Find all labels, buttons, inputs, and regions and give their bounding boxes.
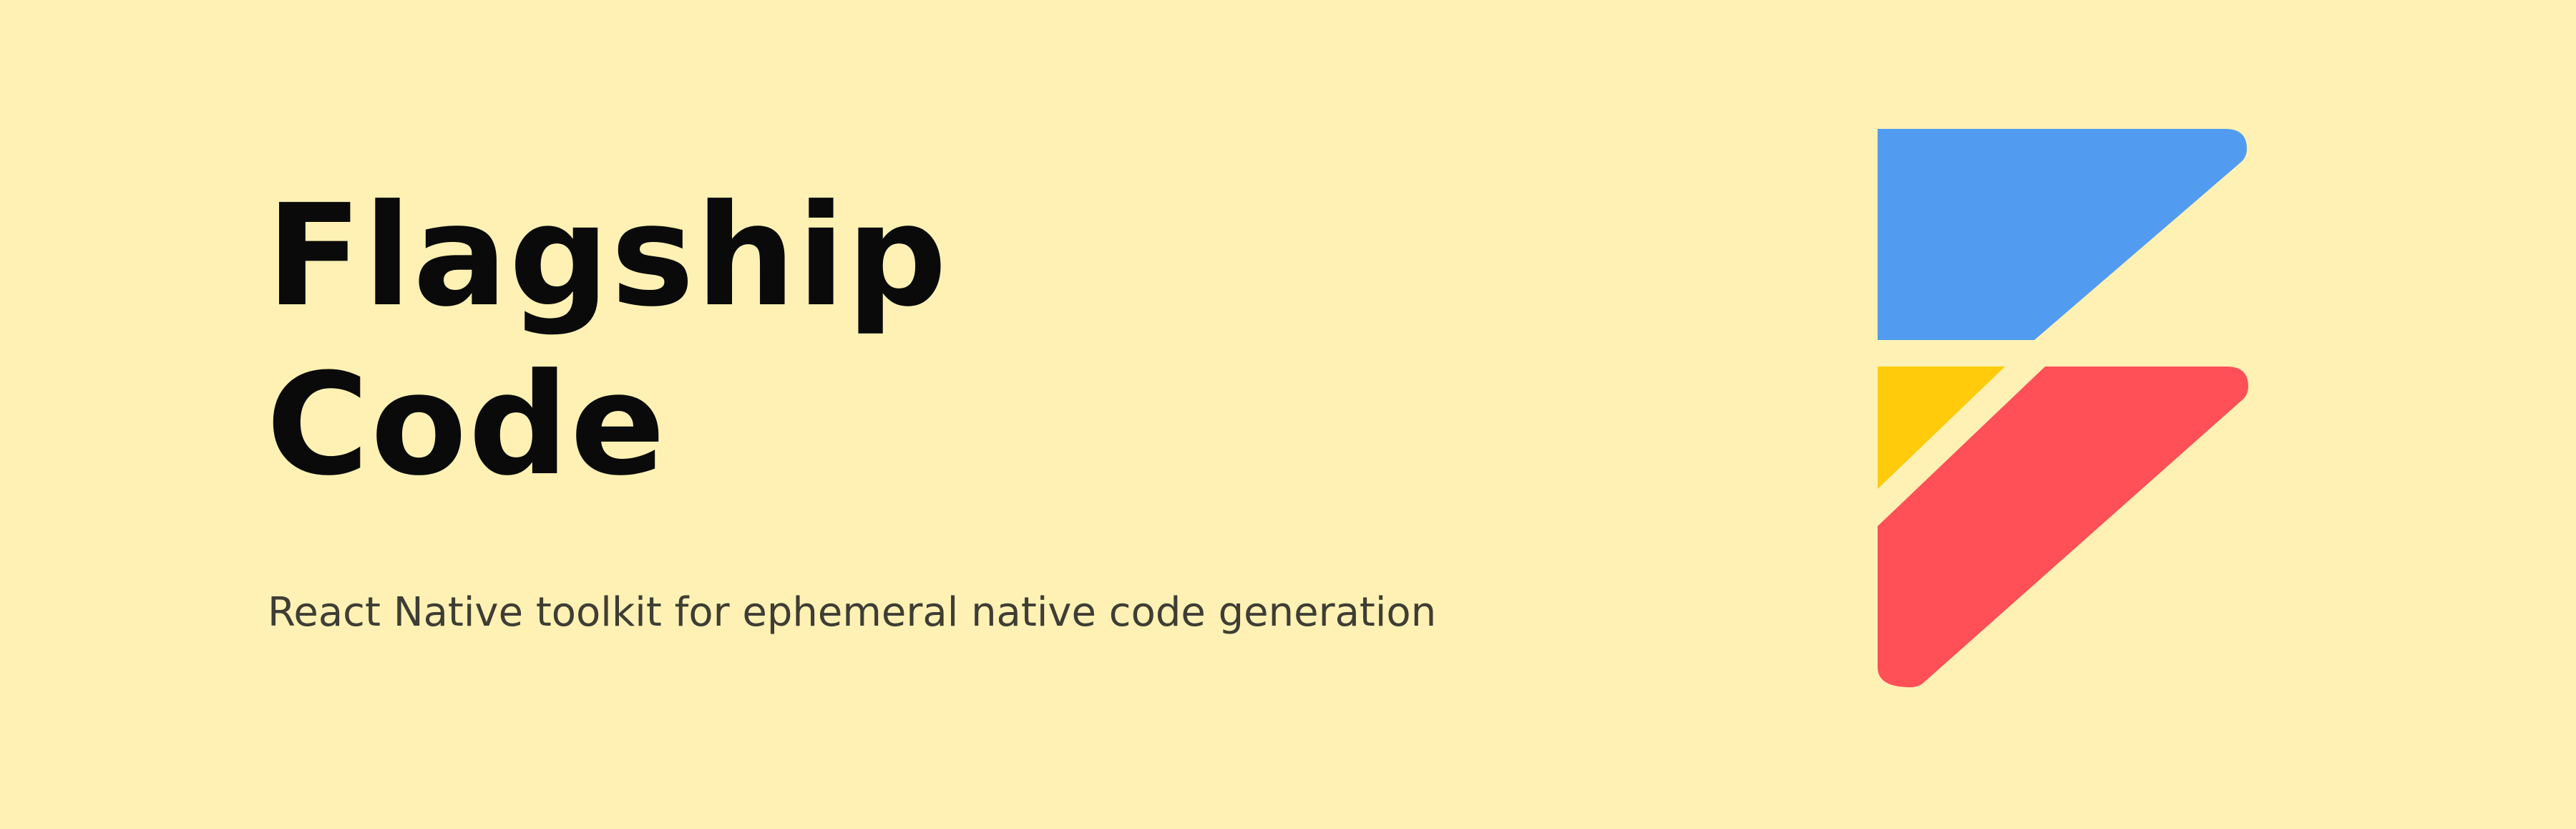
page-title: Flagship Code	[266, 172, 948, 510]
title-line-1: Flagship	[266, 175, 949, 338]
tagline: React Native toolkit for ephemeral nativ…	[268, 589, 1437, 636]
title-line-2: Code	[266, 344, 667, 507]
logo-blue-shape	[1878, 129, 2247, 340]
hero-banner: Flagship Code React Native toolkit for e…	[0, 0, 2576, 829]
flagship-code-logo-icon	[1878, 129, 2248, 687]
